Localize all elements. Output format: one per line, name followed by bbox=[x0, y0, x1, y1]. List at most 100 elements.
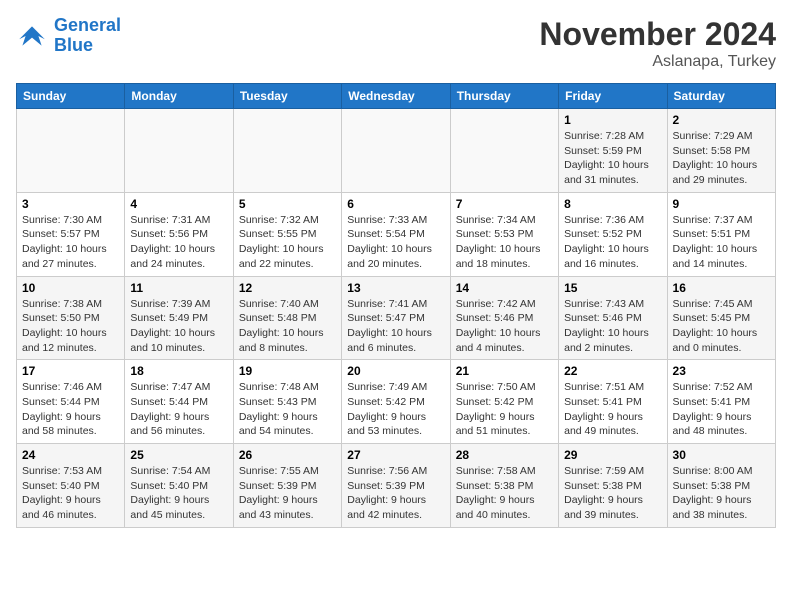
day-info: Sunrise: 7:52 AM Sunset: 5:41 PM Dayligh… bbox=[673, 380, 770, 439]
day-number: 9 bbox=[673, 197, 770, 211]
calendar-cell: 23 Sunrise: 7:52 AM Sunset: 5:41 PM Dayli… bbox=[667, 360, 775, 444]
day-info: Sunrise: 7:37 AM Sunset: 5:51 PM Dayligh… bbox=[673, 213, 770, 272]
day-info: Sunrise: 7:58 AM Sunset: 5:38 PM Dayligh… bbox=[456, 464, 553, 523]
calendar-cell: 1 Sunrise: 7:28 AM Sunset: 5:59 PM Daylig… bbox=[559, 109, 667, 193]
day-number: 29 bbox=[564, 448, 661, 462]
day-number: 1 bbox=[564, 113, 661, 127]
day-info: Sunrise: 7:54 AM Sunset: 5:40 PM Dayligh… bbox=[130, 464, 227, 523]
day-number: 12 bbox=[239, 281, 336, 295]
calendar-cell: 24 Sunrise: 7:53 AM Sunset: 5:40 PM Dayli… bbox=[17, 444, 125, 528]
title-block: November 2024 Aslanapa, Turkey bbox=[539, 16, 776, 71]
calendar-cell bbox=[17, 109, 125, 193]
day-info: Sunrise: 7:51 AM Sunset: 5:41 PM Dayligh… bbox=[564, 380, 661, 439]
day-number: 10 bbox=[22, 281, 119, 295]
weekday-header-sunday: Sunday bbox=[17, 84, 125, 109]
day-info: Sunrise: 7:47 AM Sunset: 5:44 PM Dayligh… bbox=[130, 380, 227, 439]
day-number: 21 bbox=[456, 364, 553, 378]
day-number: 23 bbox=[673, 364, 770, 378]
calendar-week-1: 1 Sunrise: 7:28 AM Sunset: 5:59 PM Daylig… bbox=[17, 109, 776, 193]
calendar-cell: 19 Sunrise: 7:48 AM Sunset: 5:43 PM Dayli… bbox=[233, 360, 341, 444]
day-number: 6 bbox=[347, 197, 444, 211]
calendar-cell: 16Sunrise: 7:45 AM Sunset: 5:45 PM Dayli… bbox=[667, 276, 775, 360]
calendar-cell: 5 Sunrise: 7:32 AM Sunset: 5:55 PM Daylig… bbox=[233, 192, 341, 276]
location-title: Aslanapa, Turkey bbox=[539, 53, 776, 71]
day-number: 11 bbox=[130, 281, 227, 295]
day-number: 28 bbox=[456, 448, 553, 462]
day-info: Sunrise: 7:36 AM Sunset: 5:52 PM Dayligh… bbox=[564, 213, 661, 272]
day-number: 30 bbox=[673, 448, 770, 462]
day-number: 2 bbox=[673, 113, 770, 127]
day-info: Sunrise: 7:30 AM Sunset: 5:57 PM Dayligh… bbox=[22, 213, 119, 272]
calendar-table: SundayMondayTuesdayWednesdayThursdayFrid… bbox=[16, 83, 776, 528]
day-number: 5 bbox=[239, 197, 336, 211]
page-header: General Blue November 2024 Aslanapa, Tur… bbox=[16, 16, 776, 71]
day-number: 14 bbox=[456, 281, 553, 295]
day-info: Sunrise: 7:34 AM Sunset: 5:53 PM Dayligh… bbox=[456, 213, 553, 272]
calendar-cell: 26 Sunrise: 7:55 AM Sunset: 5:39 PM Dayli… bbox=[233, 444, 341, 528]
weekday-header-row: SundayMondayTuesdayWednesdayThursdayFrid… bbox=[17, 84, 776, 109]
calendar-cell: 4Sunrise: 7:31 AM Sunset: 5:56 PM Daylig… bbox=[125, 192, 233, 276]
day-info: Sunrise: 7:49 AM Sunset: 5:42 PM Dayligh… bbox=[347, 380, 444, 439]
day-info: Sunrise: 7:39 AM Sunset: 5:49 PM Dayligh… bbox=[130, 297, 227, 356]
calendar-header: SundayMondayTuesdayWednesdayThursdayFrid… bbox=[17, 84, 776, 109]
day-info: Sunrise: 7:42 AM Sunset: 5:46 PM Dayligh… bbox=[456, 297, 553, 356]
day-number: 18 bbox=[130, 364, 227, 378]
day-number: 7 bbox=[456, 197, 553, 211]
day-info: Sunrise: 7:33 AM Sunset: 5:54 PM Dayligh… bbox=[347, 213, 444, 272]
day-info: Sunrise: 7:55 AM Sunset: 5:39 PM Dayligh… bbox=[239, 464, 336, 523]
day-info: Sunrise: 7:53 AM Sunset: 5:40 PM Dayligh… bbox=[22, 464, 119, 523]
weekday-header-saturday: Saturday bbox=[667, 84, 775, 109]
month-title: November 2024 bbox=[539, 16, 776, 53]
day-number: 8 bbox=[564, 197, 661, 211]
logo-text: General Blue bbox=[54, 16, 121, 56]
day-info: Sunrise: 7:38 AM Sunset: 5:50 PM Dayligh… bbox=[22, 297, 119, 356]
calendar-week-4: 17Sunrise: 7:46 AM Sunset: 5:44 PM Dayli… bbox=[17, 360, 776, 444]
day-number: 15 bbox=[564, 281, 661, 295]
day-info: Sunrise: 7:41 AM Sunset: 5:47 PM Dayligh… bbox=[347, 297, 444, 356]
calendar-week-5: 24 Sunrise: 7:53 AM Sunset: 5:40 PM Dayli… bbox=[17, 444, 776, 528]
day-info: Sunrise: 7:48 AM Sunset: 5:43 PM Dayligh… bbox=[239, 380, 336, 439]
day-info: Sunrise: 7:29 AM Sunset: 5:58 PM Dayligh… bbox=[673, 129, 770, 188]
calendar-cell: 18 Sunrise: 7:47 AM Sunset: 5:44 PM Dayli… bbox=[125, 360, 233, 444]
day-number: 24 bbox=[22, 448, 119, 462]
logo: General Blue bbox=[16, 16, 121, 56]
day-number: 4 bbox=[130, 197, 227, 211]
calendar-cell: 9 Sunrise: 7:37 AM Sunset: 5:51 PM Daylig… bbox=[667, 192, 775, 276]
calendar-body: 1 Sunrise: 7:28 AM Sunset: 5:59 PM Daylig… bbox=[17, 109, 776, 528]
day-info: Sunrise: 7:32 AM Sunset: 5:55 PM Dayligh… bbox=[239, 213, 336, 272]
day-info: Sunrise: 7:56 AM Sunset: 5:39 PM Dayligh… bbox=[347, 464, 444, 523]
weekday-header-thursday: Thursday bbox=[450, 84, 558, 109]
weekday-header-monday: Monday bbox=[125, 84, 233, 109]
day-number: 16 bbox=[673, 281, 770, 295]
calendar-cell: 25 Sunrise: 7:54 AM Sunset: 5:40 PM Dayli… bbox=[125, 444, 233, 528]
weekday-header-friday: Friday bbox=[559, 84, 667, 109]
calendar-cell: 22 Sunrise: 7:51 AM Sunset: 5:41 PM Dayli… bbox=[559, 360, 667, 444]
calendar-cell bbox=[342, 109, 450, 193]
day-number: 26 bbox=[239, 448, 336, 462]
weekday-header-tuesday: Tuesday bbox=[233, 84, 341, 109]
day-number: 22 bbox=[564, 364, 661, 378]
day-info: Sunrise: 8:00 AM Sunset: 5:38 PM Dayligh… bbox=[673, 464, 770, 523]
calendar-cell: 30 Sunrise: 8:00 AM Sunset: 5:38 PM Dayli… bbox=[667, 444, 775, 528]
calendar-cell: 7 Sunrise: 7:34 AM Sunset: 5:53 PM Daylig… bbox=[450, 192, 558, 276]
calendar-cell: 13Sunrise: 7:41 AM Sunset: 5:47 PM Dayli… bbox=[342, 276, 450, 360]
day-number: 19 bbox=[239, 364, 336, 378]
calendar-cell: 11 Sunrise: 7:39 AM Sunset: 5:49 PM Dayli… bbox=[125, 276, 233, 360]
calendar-cell: 28 Sunrise: 7:58 AM Sunset: 5:38 PM Dayli… bbox=[450, 444, 558, 528]
day-info: Sunrise: 7:28 AM Sunset: 5:59 PM Dayligh… bbox=[564, 129, 661, 188]
day-info: Sunrise: 7:40 AM Sunset: 5:48 PM Dayligh… bbox=[239, 297, 336, 356]
calendar-cell: 15 Sunrise: 7:43 AM Sunset: 5:46 PM Dayli… bbox=[559, 276, 667, 360]
day-number: 25 bbox=[130, 448, 227, 462]
calendar-cell: 2 Sunrise: 7:29 AM Sunset: 5:58 PM Daylig… bbox=[667, 109, 775, 193]
calendar-cell bbox=[450, 109, 558, 193]
calendar-cell: 12 Sunrise: 7:40 AM Sunset: 5:48 PM Dayli… bbox=[233, 276, 341, 360]
logo-icon bbox=[16, 20, 48, 52]
day-info: Sunrise: 7:43 AM Sunset: 5:46 PM Dayligh… bbox=[564, 297, 661, 356]
calendar-week-3: 10 Sunrise: 7:38 AM Sunset: 5:50 PM Dayli… bbox=[17, 276, 776, 360]
day-number: 27 bbox=[347, 448, 444, 462]
calendar-cell: 14 Sunrise: 7:42 AM Sunset: 5:46 PM Dayli… bbox=[450, 276, 558, 360]
day-info: Sunrise: 7:50 AM Sunset: 5:42 PM Dayligh… bbox=[456, 380, 553, 439]
calendar-cell: 20Sunrise: 7:49 AM Sunset: 5:42 PM Dayli… bbox=[342, 360, 450, 444]
calendar-cell bbox=[125, 109, 233, 193]
weekday-header-wednesday: Wednesday bbox=[342, 84, 450, 109]
